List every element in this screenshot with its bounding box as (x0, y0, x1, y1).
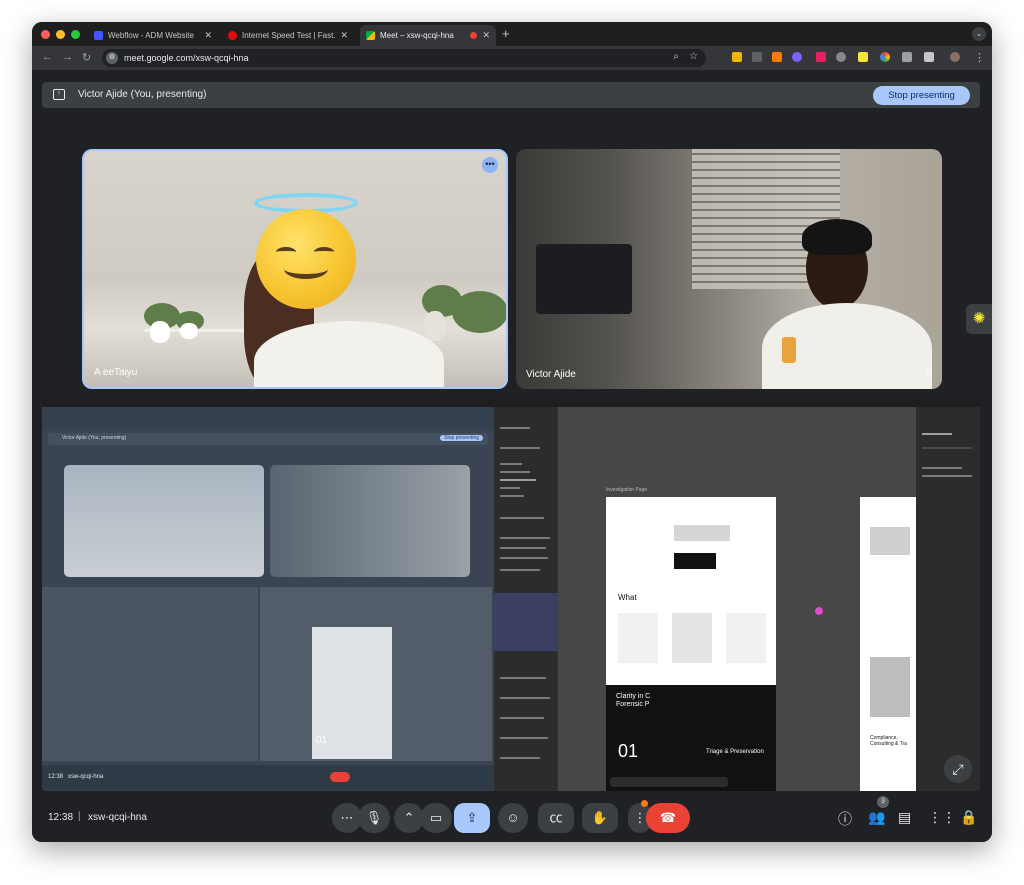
close-window-button[interactable] (41, 30, 50, 39)
figma-layers-panel (494, 407, 558, 791)
microphone-icon[interactable]: 🎙 (358, 803, 390, 833)
minimize-window-button[interactable] (56, 30, 65, 39)
pot (150, 321, 170, 343)
meeting-code[interactable]: xsw-qcqi-hna (88, 812, 147, 823)
present-screen-icon: ↑ (53, 89, 65, 100)
inner-tile-1 (64, 465, 264, 577)
inner-clock: 12:38 (48, 774, 64, 780)
camera-icon[interactable]: ▭ (420, 803, 452, 833)
address-bar[interactable]: ⚙ meet.google.com/xsw-qcqi-hna ⌕ ☆ (102, 49, 706, 67)
site-info-icon[interactable]: ⚙ (106, 52, 118, 64)
close-tab-icon[interactable]: ✕ (204, 30, 212, 41)
inner-meeting-code: xsw-qcqi-hna (68, 774, 104, 780)
extension-icon-8[interactable] (880, 52, 890, 62)
figma-what-heading: What (618, 593, 637, 602)
participant-name: Victor Ajide (526, 369, 576, 380)
figma-card-title: Triage & Preservation (706, 749, 764, 755)
extension-icon-1[interactable] (732, 52, 742, 62)
notification-dot (641, 800, 648, 807)
figma-big-number: 01 (618, 741, 639, 761)
crop-icon[interactable]: ⌗ (925, 366, 932, 381)
separator: | (78, 811, 81, 822)
clock: 12:38 (48, 812, 74, 823)
extension-icon-6[interactable] (836, 52, 846, 62)
tab-fast[interactable]: Internet Speed Test | Fast.com ✕ (222, 25, 354, 46)
person-hair (802, 219, 872, 255)
meeting-info-icon[interactable]: ⓘ (838, 809, 852, 829)
shared-screen: Victor Ajide (You, presenting) Stop pres… (42, 399, 980, 791)
participant-name: A eeTaiyu (94, 367, 138, 378)
stop-presenting-button[interactable]: Stop presenting (873, 86, 970, 105)
participant-tile-1[interactable]: A eeTaiyu ••• (82, 149, 508, 389)
people-count-badge: 3 (877, 796, 889, 808)
zoom-window-button[interactable] (71, 30, 80, 39)
pot (180, 323, 198, 339)
captions-icon[interactable]: ㏄ (538, 803, 574, 833)
presenting-label: Victor Ajide (You, presenting) (78, 89, 207, 100)
inner-stop-button: Stop presenting (440, 435, 484, 441)
shirt-badge (782, 337, 796, 363)
activities-icon[interactable]: ⋮⋮ (928, 809, 956, 826)
browser-toolbar: ← → ↻ ⚙ meet.google.com/xsw-qcqi-hna ⌕ ☆… (32, 46, 992, 70)
figma-toolbar (610, 777, 728, 787)
vase (424, 311, 446, 341)
meet-icon (366, 31, 375, 40)
new-tab-button[interactable]: + (502, 26, 510, 41)
shared-meet-window: Victor Ajide (You, presenting) Stop pres… (42, 407, 494, 791)
host-controls-icon[interactable]: 🔒 (960, 809, 977, 826)
participant-tile-2[interactable]: Victor Ajide ⌗ (516, 149, 942, 389)
meet-control-bar: 12:38 | xsw-qcqi-hna ⋯ 🎙 ⌃ ▭ ⇪ ☺ ㏄ ✋ ⋮ ☎… (32, 796, 992, 842)
inner-nested-screen-1 (42, 587, 258, 761)
person-body (254, 321, 444, 387)
present-screen-button[interactable]: ⇪ (454, 803, 490, 833)
inner-tile-2 (270, 465, 470, 577)
extension-icon-4[interactable] (792, 52, 802, 62)
window-controls (41, 30, 80, 39)
figma-frame-label: Investigation Page (606, 487, 648, 493)
reload-icon[interactable]: ↻ (82, 51, 91, 64)
expand-icon[interactable]: ⤢ (944, 755, 972, 783)
extensions-puzzle-icon[interactable] (924, 52, 934, 62)
extension-icon-9[interactable] (902, 52, 912, 62)
profile-avatar[interactable] (950, 52, 960, 62)
plant (452, 291, 506, 333)
mac-menubar (42, 399, 980, 407)
inner-hangup-icon (330, 772, 350, 782)
figma-properties-panel (916, 407, 980, 791)
browser-menu-icon[interactable]: ⋮ (974, 51, 985, 64)
back-icon[interactable]: ← (42, 51, 53, 63)
smiling-face-emoji-icon (256, 209, 356, 309)
url-text: meet.google.com/xsw-qcqi-hna (124, 53, 249, 63)
tab-strip: Webflow - ADM Website ✕ Internet Speed T… (32, 22, 992, 46)
more-options-icon[interactable]: ••• (482, 157, 498, 173)
tab-meet[interactable]: Meet – xsw-qcqi-hna ✕ (360, 25, 496, 46)
tab-search-button[interactable]: ⌄ (972, 27, 986, 41)
monitor (536, 244, 632, 314)
inner-frame-number: 01 (316, 735, 328, 746)
people-icon[interactable]: 👥 (868, 809, 885, 826)
extension-icon-5[interactable] (816, 52, 826, 62)
tab-webflow[interactable]: Webflow - ADM Website ✕ (88, 25, 218, 46)
zoom-icon[interactable]: ⌕ (673, 51, 679, 62)
raise-hand-icon[interactable]: ✋ (582, 803, 618, 833)
webflow-icon (94, 31, 103, 40)
reactions-icon[interactable]: ☺ (498, 803, 528, 833)
forward-icon[interactable]: → (62, 51, 73, 63)
extension-icon-7[interactable] (858, 52, 868, 62)
chat-icon[interactable]: ▤ (898, 809, 911, 826)
shared-figma-window: Investigation Page What Clarity in C For… (494, 407, 980, 791)
extension-icon-2[interactable] (752, 52, 762, 62)
close-tab-icon[interactable]: ✕ (340, 30, 348, 41)
presenting-banner: ↑ Victor Ajide (You, presenting) Stop pr… (42, 82, 980, 108)
extension-icon-3[interactable] (772, 52, 782, 62)
recording-icon (470, 32, 478, 39)
fast-icon (228, 31, 237, 40)
browser-window: Webflow - ADM Website ✕ Internet Speed T… (32, 22, 992, 842)
leave-call-button[interactable]: ☎ (646, 803, 690, 833)
figma-cursor-dot (815, 607, 823, 615)
side-panel-widget-icon[interactable]: ✺ (966, 304, 992, 334)
close-tab-icon[interactable]: ✕ (482, 30, 490, 41)
inner-presenting-label: Victor Ajide (You, presenting) (62, 435, 127, 441)
bookmark-star-icon[interactable]: ☆ (689, 51, 698, 62)
